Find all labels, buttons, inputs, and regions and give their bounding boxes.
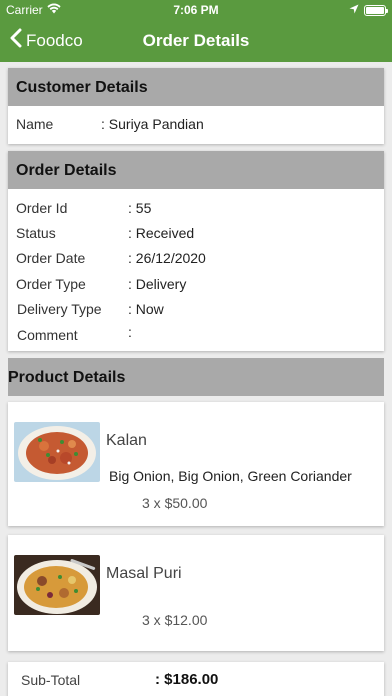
chevron-left-icon <box>10 28 22 53</box>
navigation-bar: Foodco Order Details <box>0 20 392 62</box>
product-card[interactable]: Masal Puri 3 x $12.00 <box>8 535 384 651</box>
order-id-label: Order Id <box>16 200 68 216</box>
status-label: Status <box>16 225 56 241</box>
order-date-value: : 26/12/2020 <box>128 250 206 266</box>
comment-label: Comment <box>17 327 78 343</box>
order-details-header: Order Details <box>8 151 384 189</box>
order-type-label: Order Type <box>16 276 86 292</box>
status-value: : Received <box>128 225 195 241</box>
status-row: Status : Received <box>16 225 376 245</box>
name-value: : Suriya Pandian <box>101 116 204 132</box>
subtotal-value: : $186.00 <box>155 671 219 688</box>
customer-name-row: Name : Suriya Pandian <box>16 116 376 136</box>
order-id-value: : 55 <box>128 200 152 216</box>
status-time: 7:06 PM <box>173 3 219 17</box>
order-date-label: Order Date <box>16 250 86 266</box>
delivery-type-row: Delivery Type : Now <box>16 301 376 321</box>
product-quantity-price: 3 x $50.00 <box>142 495 208 511</box>
status-bar: Carrier 7:06 PM <box>0 0 392 20</box>
battery-icon <box>364 4 388 16</box>
comment-row: Comment : <box>16 324 376 347</box>
delivery-type-label: Delivery Type <box>17 301 102 317</box>
status-right <box>349 3 388 17</box>
location-arrow-icon <box>349 3 359 17</box>
product-quantity-price: 3 x $12.00 <box>142 612 208 628</box>
product-description: Big Onion, Big Onion, Green Coriander <box>109 468 352 484</box>
product-details-header: Product Details <box>8 358 384 396</box>
product-card[interactable]: Kalan Big Onion, Big Onion, Green Corian… <box>8 402 384 526</box>
product-name: Kalan <box>106 432 147 449</box>
subtotal-label: Sub-Total <box>21 672 81 688</box>
product-name: Masal Puri <box>106 565 182 582</box>
order-type-row: Order Type : Delivery <box>16 276 376 296</box>
customer-details-card: Customer Details Name : Suriya Pandian <box>8 68 384 144</box>
name-label: Name <box>16 116 54 132</box>
comment-value: : <box>128 324 132 340</box>
customer-details-header: Customer Details <box>8 68 384 106</box>
order-date-row: Order Date : 26/12/2020 <box>16 250 376 270</box>
order-type-value: : Delivery <box>128 276 187 292</box>
back-label: Foodco <box>26 30 83 50</box>
back-button[interactable]: Foodco <box>10 28 83 53</box>
product-image-masal-puri <box>14 555 100 615</box>
product-image-kalan <box>14 422 100 482</box>
subtotal-row: Sub-Total : $186.00 <box>8 662 384 696</box>
order-details-card: Order Details Order Id : 55 Status : Rec… <box>8 151 384 351</box>
order-id-row: Order Id : 55 <box>16 200 376 220</box>
delivery-type-value: : Now <box>128 301 164 317</box>
